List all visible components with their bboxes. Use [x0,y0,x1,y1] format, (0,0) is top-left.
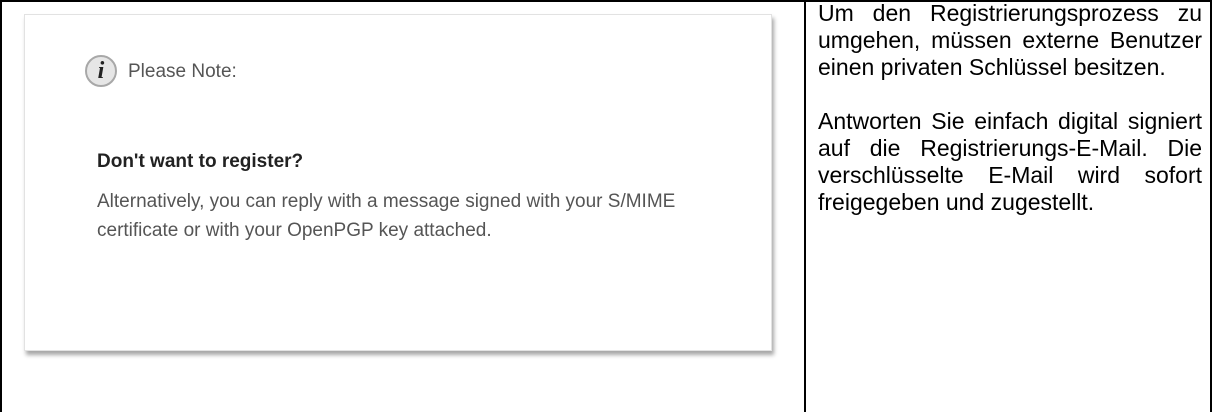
note-title: Please Note: [128,61,237,82]
table-border-left [0,0,2,412]
german-paragraph-2: Antworten Sie einfach digital signiert a… [818,108,1202,215]
info-icon: i [85,55,117,87]
german-text-cell: Um den Registrierungsprozess zu umgehen,… [818,0,1202,216]
german-paragraph-1: Um den Registrierungsprozess zu umgehen,… [818,0,1202,80]
document-table: i Please Note: Don't want to register? A… [0,0,1212,412]
register-body: Alternatively, you can reply with a mess… [97,191,676,241]
table-column-divider [804,0,806,412]
register-heading: Don't want to register? [97,151,304,172]
